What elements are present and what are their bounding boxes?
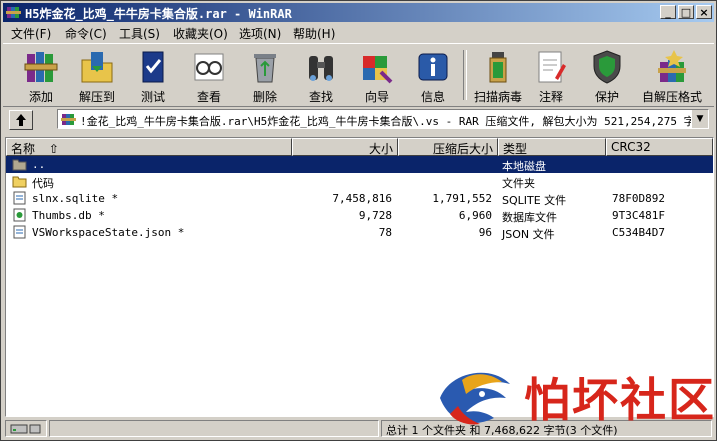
table-row[interactable]: VSWorkspaceState.json * 78 96 JSON 文件 C5… [6,224,713,241]
title-bar[interactable]: H5炸金花_比鸡_牛牛房卡集合版.rar - WinRAR _ □ × [3,3,714,22]
column-header-crc[interactable]: CRC32 [606,138,713,156]
parent-folder-icon [12,159,27,171]
comment-button[interactable]: 注释 [523,46,579,104]
view-button[interactable]: 查看 [181,46,237,104]
table-row[interactable]: slnx.sqlite * 7,458,816 1,791,552 SQLITE… [6,190,713,207]
wizard-icon [363,56,393,84]
menu-help[interactable]: 帮助(H) [293,25,335,42]
table-row[interactable]: .. 本地磁盘 [6,156,713,173]
address-dropdown-button[interactable]: ▼ [691,110,708,128]
column-header-size[interactable]: 大小 [292,138,398,156]
virus-scan-button[interactable]: 扫描病毒 [469,46,527,104]
toolbar: 添加 解压到 测试 查看 删除 查找 向导 信息 扫描病毒 注释 保护 自解压格… [3,43,714,107]
toolbar-separator [463,50,467,100]
table-row[interactable]: 代码 文件夹 [6,173,713,190]
close-button[interactable]: × [696,5,712,19]
menu-bar: 文件(F) 命令(C) 工具(S) 收藏夹(O) 选项(N) 帮助(H) [3,23,714,42]
sfx-button[interactable]: 自解压格式 [635,46,709,104]
column-header-name[interactable]: 名称 ⇧ [6,138,292,156]
sort-up-icon: ⇧ [48,142,59,156]
drive-icon [10,424,41,434]
winrar-app-icon [6,7,21,18]
chevron-down-icon: ▼ [696,114,704,124]
protect-button[interactable]: 保护 [579,46,635,104]
info-button[interactable]: 信息 [405,46,461,104]
virus-scan-icon [489,52,507,83]
window-title: H5炸金花_比鸡_牛牛房卡集合版.rar - WinRAR [25,7,292,21]
shield-icon [593,50,621,84]
maximize-button[interactable]: □ [678,5,694,19]
extract-to-button[interactable]: 解压到 [69,46,125,104]
file-icon [13,191,26,205]
menu-options[interactable]: 选项(N) [239,25,281,42]
find-button[interactable]: 查找 [293,46,349,104]
menu-favorites[interactable]: 收藏夹(O) [173,25,228,42]
watermark-text: 怕坏社区 [524,373,716,427]
status-panel-left [49,420,379,437]
test-book-icon [142,51,164,83]
menu-commands[interactable]: 命令(C) [65,25,107,42]
glasses-icon [194,53,224,81]
file-icon [13,225,26,239]
recycle-icon [254,54,276,83]
add-button[interactable]: 添加 [13,46,69,104]
column-header-type[interactable]: 类型 [498,138,606,156]
address-text: !金花_比鸡_牛牛房卡集合版.rar\H5炸金花_比鸡_牛牛房卡集合版\.vs … [80,115,706,128]
test-button[interactable]: 测试 [125,46,181,104]
folder-extract-icon [81,52,113,83]
info-icon [418,53,448,81]
archive-icon [61,114,76,125]
address-field[interactable]: !金花_比鸡_牛牛房卡集合版.rar\H5炸金花_比鸡_牛牛房卡集合版\.vs … [57,109,709,129]
menu-tools[interactable]: 工具(S) [119,25,160,42]
wizard-button[interactable]: 向导 [349,46,405,104]
minimize-button[interactable]: _ [660,5,676,19]
sfx-icon [658,50,686,82]
fish-logo-icon [440,372,510,425]
up-folder-button[interactable] [9,110,33,130]
db-file-icon [13,208,26,222]
watermark-logo: 怕坏社区 [432,356,717,441]
comment-icon [538,51,566,83]
table-row[interactable]: Thumbs.db * 9,728 6,960 数据库文件 9T3C481F [6,207,713,224]
binoculars-icon [309,56,333,81]
books-icon [24,52,58,82]
delete-button[interactable]: 删除 [237,46,293,104]
menu-file[interactable]: 文件(F) [11,25,51,42]
drive-panel[interactable] [5,420,47,437]
column-header-packed[interactable]: 压缩后大小 [398,138,498,156]
up-arrow-icon [16,114,26,126]
address-row: !金花_比鸡_牛牛房卡集合版.rar\H5炸金花_比鸡_牛牛房卡集合版\.vs … [3,107,714,133]
folder-icon [12,176,27,188]
